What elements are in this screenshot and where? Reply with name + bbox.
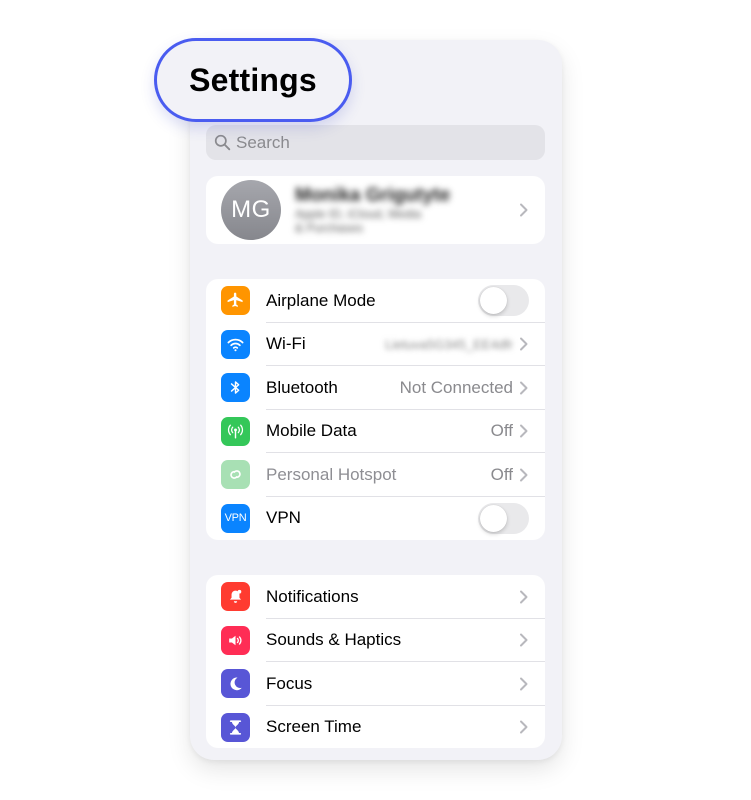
row-focus[interactable]: Focus <box>206 662 545 706</box>
profile-name: Monika Grigutyte <box>295 185 451 206</box>
chevron-right-icon <box>520 424 528 438</box>
avatar-initials: MG <box>231 196 271 223</box>
row-screen-time[interactable]: Screen Time <box>206 706 545 749</box>
chevron-right-icon <box>520 720 528 734</box>
row-label: Screen Time <box>266 717 362 737</box>
profile-text: Monika Grigutyte Apple ID, iCloud, Media… <box>295 185 519 235</box>
general-group: Notifications Sounds & Haptics Focus Scr… <box>206 575 545 748</box>
antenna-icon <box>221 416 250 446</box>
bell-icon <box>221 582 250 612</box>
hotspot-value: Off <box>490 464 513 484</box>
row-label: Airplane Mode <box>266 290 376 310</box>
wifi-icon <box>221 329 250 359</box>
search-bar[interactable]: Search <box>206 125 545 160</box>
mobile-data-value: Off <box>490 421 513 441</box>
page-title-highlight: Settings <box>154 38 352 122</box>
row-mobile-data[interactable]: Mobile Data Off <box>206 410 545 454</box>
chevron-right-icon <box>520 677 528 691</box>
row-personal-hotspot[interactable]: Personal Hotspot Off <box>206 453 545 497</box>
row-airplane-mode[interactable]: Airplane Mode <box>206 279 545 323</box>
chevron-right-icon <box>520 468 528 482</box>
chevron-right-icon <box>520 590 528 604</box>
row-label: Focus <box>266 673 313 693</box>
row-label: Notifications <box>266 586 359 606</box>
row-label: Wi-Fi <box>266 334 306 354</box>
chevron-right-icon <box>520 203 528 217</box>
airplane-icon <box>221 286 250 316</box>
chevron-right-icon <box>520 381 528 395</box>
row-bluetooth[interactable]: Bluetooth Not Connected <box>206 366 545 410</box>
row-label: Personal Hotspot <box>266 464 397 484</box>
moon-icon <box>221 669 250 699</box>
avatar: MG <box>221 180 281 240</box>
page-title: Settings <box>189 61 317 98</box>
connectivity-group: Airplane Mode Wi-Fi Lietuva5G345_EE4dfr … <box>206 279 545 540</box>
row-label: Bluetooth <box>266 377 338 397</box>
row-label: VPN <box>266 508 301 528</box>
bluetooth-value: Not Connected <box>399 377 513 397</box>
bluetooth-icon <box>221 373 250 403</box>
vpn-icon: VPN <box>221 503 250 533</box>
airplane-mode-toggle[interactable] <box>478 285 529 317</box>
chevron-right-icon <box>520 337 528 351</box>
speaker-icon <box>221 625 250 655</box>
row-label: Sounds & Haptics <box>266 630 402 650</box>
profile-subtitle-2: & Purchases <box>295 221 364 235</box>
hourglass-icon <box>221 712 250 742</box>
row-notifications[interactable]: Notifications <box>206 575 545 619</box>
vpn-toggle[interactable] <box>478 502 529 534</box>
wifi-network-value: Lietuva5G345_EE4dfr <box>385 336 513 352</box>
row-label: Mobile Data <box>266 421 357 441</box>
row-vpn[interactable]: VPN VPN <box>206 497 545 541</box>
hotspot-icon <box>221 460 250 490</box>
row-sounds-haptics[interactable]: Sounds & Haptics <box>206 619 545 663</box>
apple-id-profile-row[interactable]: MG Monika Grigutyte Apple ID, iCloud, Me… <box>206 176 545 244</box>
search-icon <box>214 134 231 151</box>
profile-subtitle-1: Apple ID, iCloud, Media <box>295 207 422 221</box>
chevron-right-icon <box>520 633 528 647</box>
search-placeholder: Search <box>236 132 290 152</box>
row-wifi[interactable]: Wi-Fi Lietuva5G345_EE4dfr <box>206 323 545 367</box>
vpn-icon-text: VPN <box>224 512 247 525</box>
